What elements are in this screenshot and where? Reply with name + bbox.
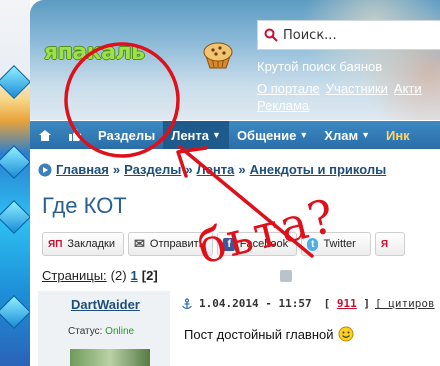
yandex-button[interactable]: Я — [374, 232, 405, 256]
breadcrumb-item[interactable]: Анекдоты и приколы — [250, 162, 387, 177]
breadcrumb-home-icon[interactable] — [38, 163, 52, 177]
nav-item-label: Хлам — [324, 127, 359, 143]
breadcrumb-item[interactable]: Разделы — [124, 162, 181, 177]
bookmarks-button[interactable]: ЯП Закладки — [42, 232, 124, 256]
rating-value[interactable]: 911 — [337, 297, 357, 310]
home-icon — [39, 129, 51, 141]
main-content: Главная » Разделы » Лента » Анекдоты и п… — [30, 149, 440, 366]
status-label: Статус: — [68, 326, 103, 337]
breadcrumb-item[interactable]: Лента — [197, 162, 235, 177]
main-nav: Разделы Лента ▼ Общение ▼ Хлам ▼ Инк — [30, 121, 440, 149]
site-tagline: Крутой поиск баянов — [257, 59, 383, 74]
button-label: Закладки — [67, 238, 115, 250]
forum-post: DartWaider Статус: Online 1.04.2014 - 11… — [38, 291, 440, 366]
link-members[interactable]: Участники — [326, 81, 388, 96]
author-status: Статус: Online — [68, 326, 134, 337]
pagination: Страницы: (2) 1 [2] — [42, 268, 292, 283]
gem-decoration — [0, 145, 31, 179]
share-bar: ЯП Закладки ✉ Отправить f Facebook t Twi… — [42, 232, 405, 256]
nav-home[interactable] — [30, 121, 60, 149]
twitter-icon: t — [307, 237, 319, 251]
collapse-icon[interactable] — [279, 269, 292, 282]
thumbs-up-icon — [69, 129, 82, 141]
post-date: 1.04.2014 - 11:57 — [199, 297, 312, 310]
muffin-logo-icon — [203, 42, 233, 69]
facebook-button[interactable]: f Facebook — [217, 232, 298, 256]
nav-item-junk[interactable]: Хлам ▼ — [316, 121, 378, 149]
search-input[interactable] — [283, 27, 433, 43]
chevron-down-icon: ▼ — [212, 130, 221, 140]
twitter-button[interactable]: t Twitter — [301, 232, 371, 256]
left-decoration — [0, 0, 31, 366]
page-title: Где КОТ — [42, 193, 127, 218]
link-about[interactable]: О портале — [257, 81, 320, 96]
breadcrumb-separator: » — [238, 162, 246, 177]
breadcrumb-item[interactable]: Главная — [56, 162, 109, 177]
button-label: Twitter — [323, 238, 356, 250]
header-links: О портале Участники Акти Реклама — [257, 80, 440, 114]
link-ads[interactable]: Реклама — [257, 98, 309, 113]
smiley-icon — [338, 326, 353, 342]
post-text: Пост достойный главной — [184, 326, 334, 342]
breadcrumb-separator: » — [112, 162, 121, 177]
nav-item-feed[interactable]: Лента ▼ — [163, 121, 229, 149]
rating-bracket: [ — [323, 297, 331, 310]
breadcrumb: Главная » Разделы » Лента » Анекдоты и п… — [38, 162, 386, 177]
site-logo[interactable]: япакаль — [44, 40, 145, 65]
nav-item-label: Общение — [236, 127, 297, 143]
yandex-icon: Я — [380, 238, 389, 250]
post-rating: [ 911 ] — [324, 297, 370, 310]
pagination-label: Страницы: — [42, 268, 107, 283]
link-activity[interactable]: Акти — [394, 81, 422, 96]
page-link[interactable]: 1 — [131, 268, 138, 283]
nav-item-label: Разделы — [98, 127, 156, 143]
nav-item-more[interactable]: Инк — [378, 121, 418, 149]
breadcrumb-separator: » — [185, 162, 193, 177]
gem-decoration — [0, 295, 31, 329]
button-label: Facebook — [239, 238, 289, 250]
nav-item-label: Лента — [171, 127, 210, 143]
gem-decoration — [0, 200, 31, 234]
chevron-down-icon: ▼ — [361, 130, 370, 140]
chevron-down-icon: ▼ — [299, 130, 309, 140]
nav-item-label: Инк — [385, 127, 410, 143]
facebook-icon: f — [223, 237, 235, 251]
nav-item-social[interactable]: Общение ▼ — [229, 121, 316, 149]
nav-like[interactable] — [60, 121, 90, 149]
nav-item-sections[interactable]: Разделы — [90, 121, 163, 149]
gem-decoration — [0, 65, 31, 99]
post-body: Пост достойный главной — [184, 326, 354, 342]
avatar[interactable] — [70, 349, 150, 366]
mail-icon: ✉ — [133, 236, 145, 251]
current-page: [2] — [141, 268, 158, 283]
rating-bracket: ] — [363, 297, 370, 310]
page-count: (2) — [110, 268, 127, 283]
post-author[interactable]: DartWaider — [71, 297, 140, 312]
site-header: япакаль Крутой поиск баянов О портале Уча… — [30, 0, 440, 120]
post-meta: 1.04.2014 - 11:57 [ 911 ] [ цитиров — [181, 297, 435, 310]
send-button[interactable]: ✉ Отправить — [127, 232, 214, 256]
search-box[interactable] — [257, 20, 440, 50]
search-icon — [264, 28, 278, 42]
button-label: Отправить — [149, 238, 205, 250]
anchor-icon[interactable] — [181, 297, 193, 310]
status-online: Online — [105, 326, 135, 337]
yap-icon: ЯП — [48, 238, 63, 250]
quote-link[interactable]: [ цитиров — [375, 297, 435, 310]
